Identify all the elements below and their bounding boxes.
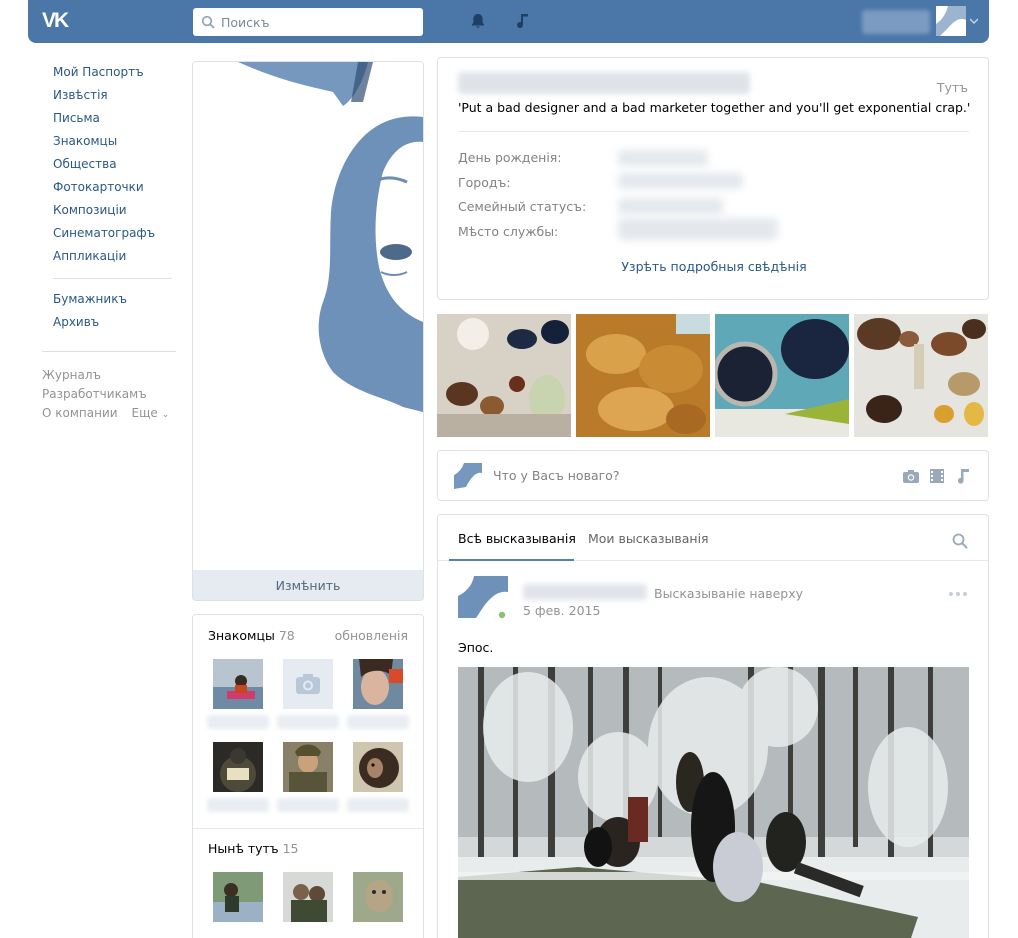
friend-avatar[interactable] bbox=[353, 872, 403, 922]
music-icon[interactable] bbox=[954, 467, 972, 485]
nav-photos[interactable]: Фотокарточки bbox=[42, 177, 182, 200]
wall-block: Всѣ высказыванія Мои высказыванія Высказ… bbox=[437, 514, 989, 938]
search-icon bbox=[201, 15, 215, 29]
top-bar: VK bbox=[28, 0, 989, 43]
profile-status-text[interactable]: 'Put a bad designer and a bad marketer t… bbox=[458, 100, 970, 115]
online-friends-label: Нынѣ тутъ bbox=[208, 841, 279, 856]
profile-photo-thumb[interactable] bbox=[576, 314, 710, 437]
nav-divider bbox=[42, 351, 176, 352]
tab-all-posts[interactable]: Всѣ высказыванія bbox=[458, 531, 576, 546]
film-icon[interactable] bbox=[928, 467, 946, 485]
info-divider bbox=[458, 131, 969, 132]
user-name-blurred[interactable] bbox=[862, 10, 930, 34]
nav-communities[interactable]: Общества bbox=[42, 154, 182, 177]
friend-name-blurred[interactable] bbox=[347, 715, 409, 729]
birthday-label: День рожденія: bbox=[458, 150, 562, 165]
workplace-label: Мѣсто службы: bbox=[458, 224, 559, 239]
nav-my-passport[interactable]: Мой Паспортъ bbox=[42, 62, 182, 85]
online-friends-count: 15 bbox=[282, 841, 299, 856]
post-text: Эпос. bbox=[458, 640, 494, 655]
friend-name-blurred[interactable] bbox=[207, 715, 269, 729]
friend-avatar[interactable] bbox=[353, 742, 403, 792]
show-full-info-link[interactable]: Узрѣть подробныя свѣдѣнія bbox=[438, 259, 990, 274]
relationship-value-blurred[interactable] bbox=[618, 198, 723, 214]
nav-messages[interactable]: Письма bbox=[42, 108, 182, 131]
chevron-down-icon: ⌄ bbox=[161, 410, 170, 420]
workplace-value-blurred[interactable] bbox=[618, 218, 778, 240]
nav-news[interactable]: Извѣстія bbox=[42, 85, 182, 108]
nav-divider bbox=[53, 278, 172, 279]
tab-my-posts[interactable]: Мои высказыванія bbox=[588, 531, 709, 546]
friend-name-blurred[interactable] bbox=[277, 798, 339, 812]
friends-title-label: Знакомцы bbox=[208, 628, 275, 643]
city-label: Городъ: bbox=[458, 175, 511, 190]
search-box[interactable] bbox=[193, 8, 423, 36]
chevron-down-icon[interactable] bbox=[970, 18, 978, 24]
profile-photo[interactable] bbox=[193, 62, 423, 570]
friend-name-blurred[interactable] bbox=[207, 798, 269, 812]
nav-videos[interactable]: Синематографъ bbox=[42, 223, 182, 246]
friend-name-blurred[interactable] bbox=[277, 715, 339, 729]
post-author-name-blurred[interactable] bbox=[523, 584, 647, 600]
pinned-post-label: Высказываніе наверху bbox=[654, 586, 803, 601]
post-composer: Что у Васъ новаго? bbox=[437, 450, 989, 501]
music-icon[interactable] bbox=[513, 11, 533, 31]
post-date[interactable]: 5 фев. 2015 bbox=[523, 603, 600, 618]
friend-avatar[interactable] bbox=[283, 872, 333, 922]
nav-archive[interactable]: Архивъ bbox=[42, 312, 182, 335]
camera-icon[interactable] bbox=[902, 467, 920, 485]
online-status: Тутъ bbox=[936, 80, 968, 95]
composer-avatar bbox=[454, 463, 482, 489]
friends-block: Знакомцы 78 обновленія Нынѣ тутъ 15 bbox=[192, 614, 424, 938]
friend-avatar[interactable] bbox=[213, 872, 263, 922]
online-friends-title[interactable]: Нынѣ тутъ 15 bbox=[208, 841, 299, 856]
composer-input[interactable]: Что у Васъ новаго? bbox=[493, 468, 619, 483]
bell-icon[interactable] bbox=[468, 11, 488, 31]
profile-name-blurred bbox=[458, 72, 750, 94]
active-tab-indicator bbox=[449, 559, 574, 561]
post-author-avatar[interactable] bbox=[458, 576, 508, 620]
footer-about-link[interactable]: О компании bbox=[42, 404, 118, 423]
post-image[interactable] bbox=[458, 667, 969, 938]
nav-apps[interactable]: Аппликаціи bbox=[42, 246, 182, 269]
friends-title[interactable]: Знакомцы 78 bbox=[208, 628, 295, 643]
friends-updates-link[interactable]: обновленія bbox=[335, 628, 408, 643]
profile-photo-card: Измѣнить bbox=[192, 61, 424, 601]
search-icon[interactable] bbox=[952, 533, 968, 549]
footer-more-link[interactable]: Еще ⌄ bbox=[132, 404, 170, 423]
birthday-value-blurred[interactable] bbox=[618, 150, 708, 166]
friend-avatar[interactable] bbox=[213, 659, 263, 709]
profile-photo-thumb[interactable] bbox=[437, 314, 571, 437]
user-avatar[interactable] bbox=[936, 6, 966, 36]
friend-avatar[interactable] bbox=[213, 742, 263, 792]
nav-wallet[interactable]: Бумажникъ bbox=[42, 289, 182, 312]
friend-avatar[interactable] bbox=[283, 742, 333, 792]
friends-count: 78 bbox=[278, 628, 295, 643]
friend-avatar-placeholder[interactable] bbox=[283, 659, 333, 709]
block-divider bbox=[193, 828, 423, 829]
nav-music[interactable]: Композиціи bbox=[42, 200, 182, 223]
friend-name-blurred[interactable] bbox=[347, 798, 409, 812]
vk-logo[interactable]: VK bbox=[42, 9, 76, 33]
footer-developers-link[interactable]: Разработчикамъ bbox=[42, 385, 182, 404]
online-indicator bbox=[498, 611, 506, 619]
city-value-blurred[interactable] bbox=[618, 173, 743, 189]
nav-friends[interactable]: Знакомцы bbox=[42, 131, 182, 154]
footer-journal-link[interactable]: Журналъ bbox=[42, 366, 182, 385]
left-navigation: Мой Паспортъ Извѣстія Письма Знакомцы Об… bbox=[42, 62, 182, 423]
friend-avatar[interactable] bbox=[353, 659, 403, 709]
search-input[interactable] bbox=[221, 8, 417, 36]
footer-more-label: Еще bbox=[131, 406, 158, 420]
more-options-icon[interactable] bbox=[948, 591, 968, 597]
profile-photo-thumb[interactable] bbox=[854, 314, 988, 437]
edit-profile-button[interactable]: Измѣнить bbox=[193, 570, 423, 600]
relationship-label: Семейный статусъ: bbox=[458, 199, 587, 214]
profile-photo-thumb[interactable] bbox=[715, 314, 849, 437]
profile-info-card: Тутъ 'Put a bad designer and a bad marke… bbox=[437, 57, 989, 300]
